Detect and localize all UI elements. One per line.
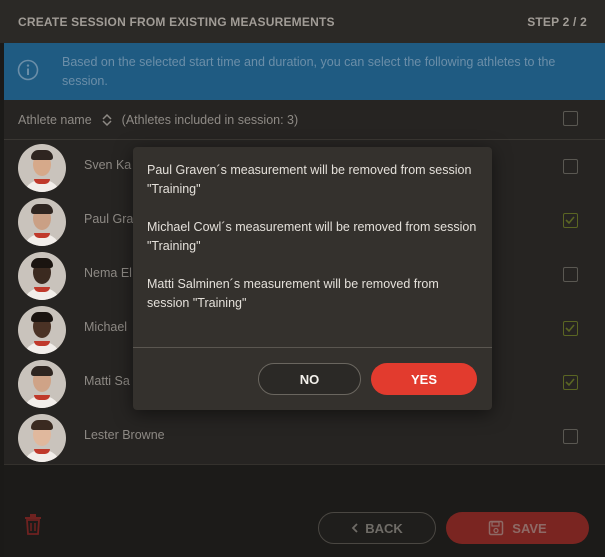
check-icon bbox=[565, 216, 575, 225]
chevron-left-icon bbox=[351, 523, 358, 533]
avatar bbox=[18, 306, 66, 354]
info-text: Based on the selected start time and dur… bbox=[62, 55, 556, 88]
athlete-checkbox[interactable] bbox=[563, 159, 578, 174]
athlete-count-text: (Athletes included in session: 3) bbox=[121, 112, 299, 127]
athlete-checkbox[interactable] bbox=[563, 267, 578, 282]
trash-icon[interactable] bbox=[22, 512, 44, 536]
avatar bbox=[18, 414, 66, 462]
list-header: Athlete name (Athletes included in sessi… bbox=[4, 100, 605, 140]
check-icon bbox=[565, 324, 575, 333]
athlete-checkbox[interactable] bbox=[563, 321, 578, 336]
avatar bbox=[18, 360, 66, 408]
modal-message: Paul Graven´s measurement will be remove… bbox=[147, 163, 472, 196]
dialog-title: CREATE SESSION FROM EXISTING MEASUREMENT… bbox=[18, 14, 335, 29]
athlete-name: Lester Browne bbox=[84, 428, 165, 442]
athlete-name: Michael bbox=[84, 320, 128, 334]
select-all-checkbox[interactable] bbox=[563, 111, 578, 126]
athlete-name: Matti Sa bbox=[84, 374, 130, 388]
modal-message: Matti Salminen´s measurement will be rem… bbox=[147, 277, 439, 310]
athlete-checkbox[interactable] bbox=[563, 375, 578, 390]
dialog-header: CREATE SESSION FROM EXISTING MEASUREMENT… bbox=[0, 0, 605, 43]
save-icon bbox=[489, 520, 504, 536]
avatar bbox=[18, 198, 66, 246]
step-indicator: STEP 2 / 2 bbox=[527, 14, 587, 29]
athlete-checkbox[interactable] bbox=[563, 213, 578, 228]
sort-icon[interactable] bbox=[100, 113, 114, 127]
no-button[interactable]: NO bbox=[258, 363, 361, 395]
back-label: BACK bbox=[365, 520, 403, 536]
info-circle-icon bbox=[17, 59, 39, 81]
save-label: SAVE bbox=[512, 520, 547, 536]
yes-button[interactable]: YES bbox=[371, 363, 477, 395]
athlete-name: Paul Gra bbox=[84, 212, 134, 226]
avatar bbox=[18, 252, 66, 300]
confirm-modal: Paul Graven´s measurement will be remove… bbox=[133, 147, 492, 410]
athlete-name-column[interactable]: Athlete name bbox=[18, 113, 92, 127]
info-banner: Based on the selected start time and dur… bbox=[4, 43, 605, 100]
athlete-row[interactable]: Lester Browne bbox=[4, 410, 605, 465]
back-button[interactable]: BACK bbox=[318, 512, 436, 544]
check-icon bbox=[565, 378, 575, 387]
athlete-name: Nema El bbox=[84, 266, 132, 280]
avatar bbox=[18, 144, 66, 192]
athlete-name: Sven Ka bbox=[84, 158, 132, 172]
save-button[interactable]: SAVE bbox=[446, 512, 589, 544]
athlete-checkbox[interactable] bbox=[563, 429, 578, 444]
modal-divider bbox=[133, 347, 492, 348]
modal-message: Michael Cowl´s measurement will be remov… bbox=[147, 220, 477, 253]
